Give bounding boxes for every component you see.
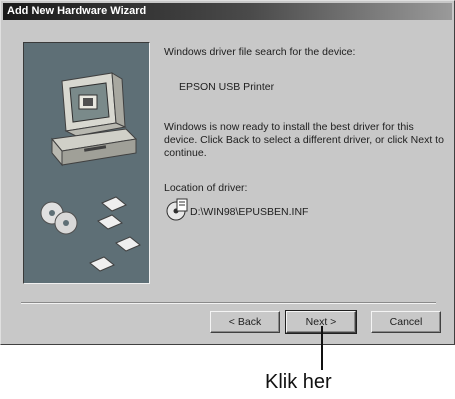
cancel-button[interactable]: Cancel	[371, 311, 441, 333]
monitor-icon	[61, 72, 127, 137]
computer-illustration	[40, 72, 141, 272]
title-bar[interactable]: Add New Hardware Wizard	[3, 3, 452, 20]
intro-text: Windows driver file search for the devic…	[164, 46, 356, 58]
back-button[interactable]: < Back	[210, 311, 280, 333]
driver-file-icon	[166, 198, 188, 221]
location-label: Location of driver:	[164, 182, 248, 194]
cd-disc-icon	[40, 201, 78, 235]
instructions-text: Windows is now ready to install the best…	[164, 121, 444, 159]
back-button-label: < Back	[228, 316, 262, 328]
driver-path: D:\WIN98\EPUSBEN.INF	[190, 206, 309, 218]
wizard-picture-panel	[23, 42, 150, 284]
device-name: EPSON USB Printer	[179, 81, 275, 93]
button-divider	[21, 302, 436, 304]
window-title: Add New Hardware Wizard	[7, 5, 147, 17]
wizard-window: Add New Hardware Wizard Windows driver f…	[0, 0, 455, 345]
callout-label: Klik her	[265, 371, 332, 393]
system-unit-icon	[51, 128, 138, 167]
callout-pointer-line	[321, 326, 323, 370]
floppy-disk-icon	[89, 196, 141, 272]
cancel-button-label: Cancel	[389, 316, 423, 328]
